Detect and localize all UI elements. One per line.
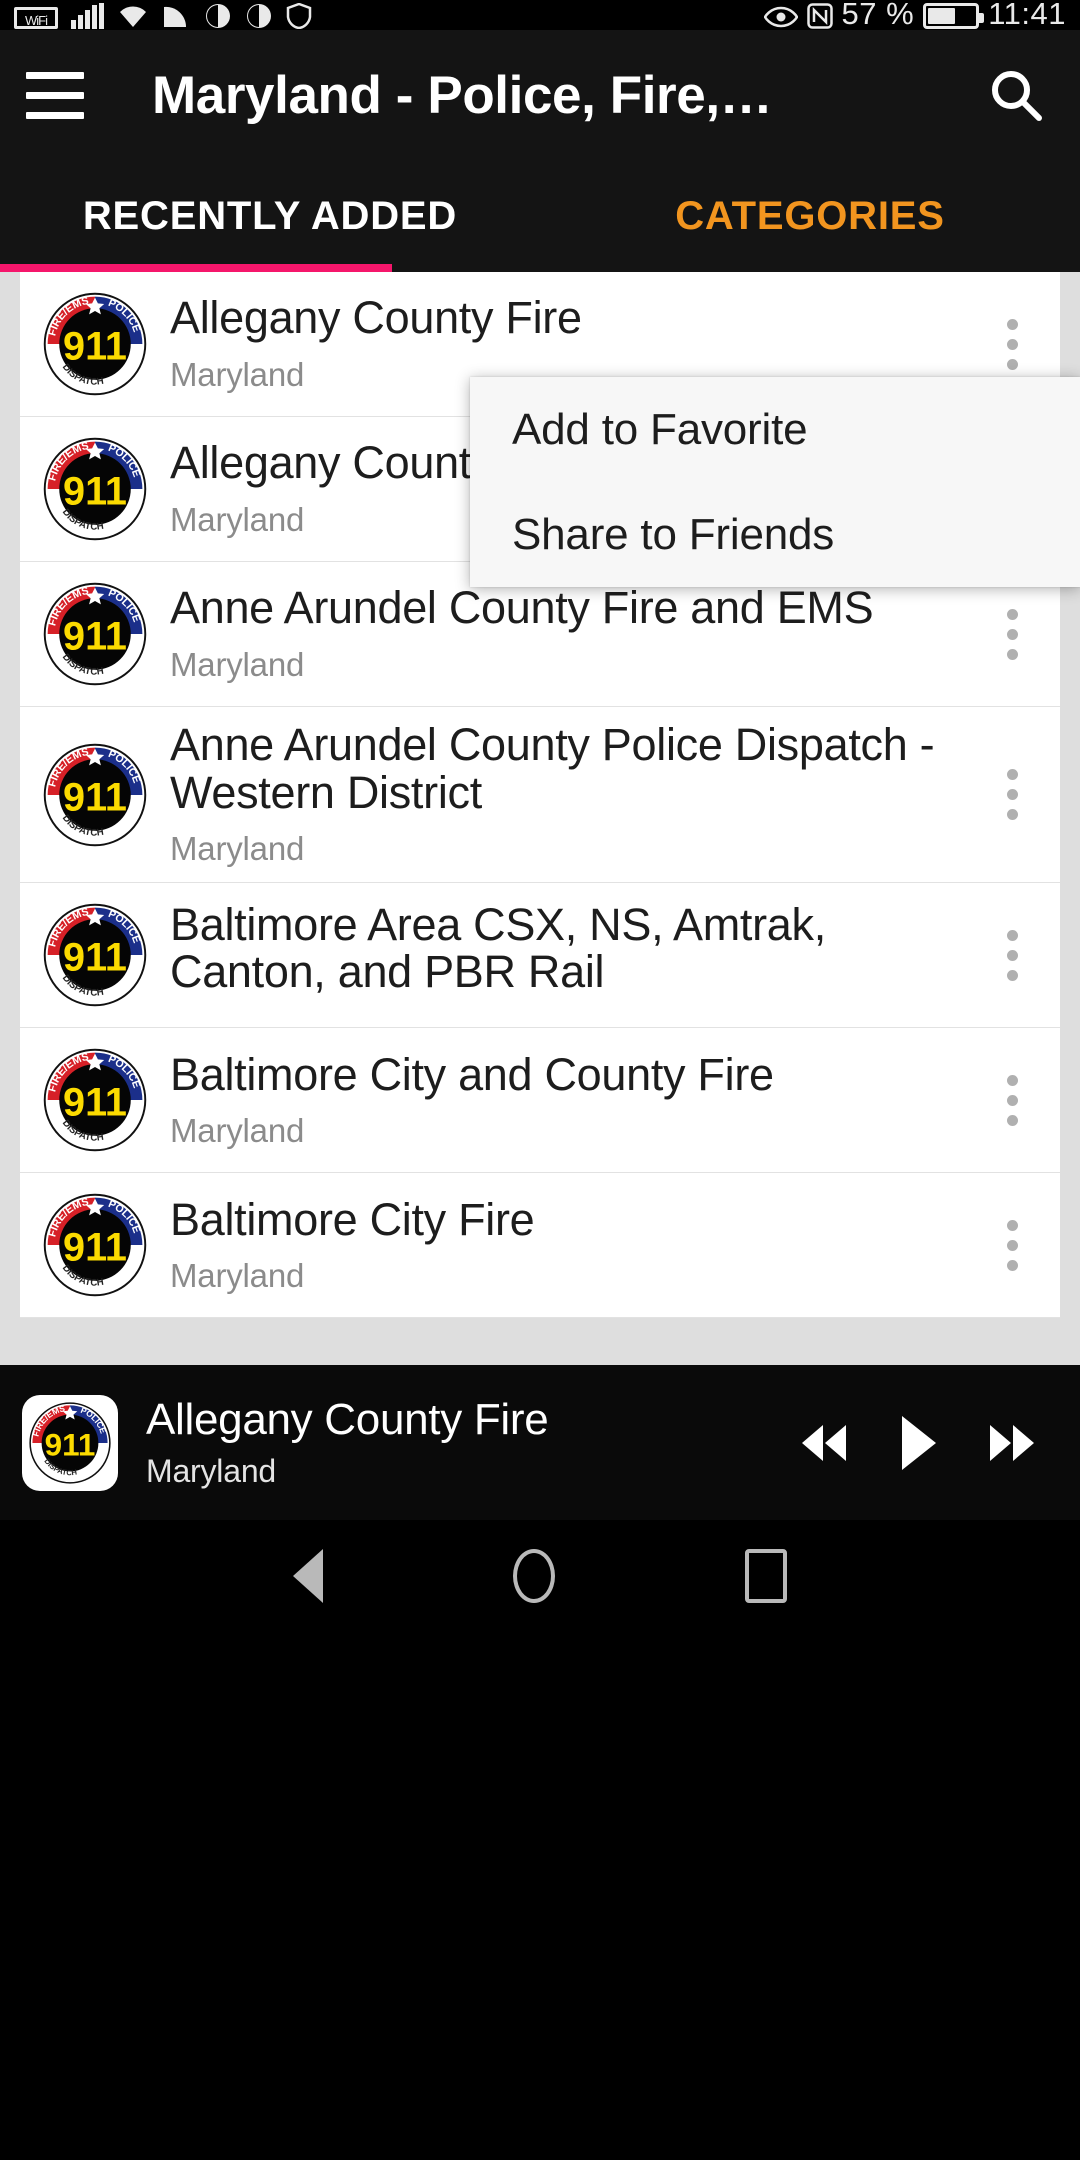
- fast-forward-icon[interactable]: [982, 1419, 1040, 1467]
- rewind-icon[interactable]: [796, 1419, 854, 1467]
- context-menu[interactable]: Add to Favorite Share to Friends: [470, 377, 1080, 587]
- cast-icon: [164, 6, 187, 28]
- list-item-title: Anne Arundel County Fire and EMS: [170, 582, 874, 634]
- tab-recently-added[interactable]: RECENTLY ADDED: [0, 160, 540, 272]
- 911-dispatch-badge-icon: FIRE/EMS POLICE DISPATCH 911: [20, 1042, 170, 1158]
- status-bar-right-icons: 57 % 11:41: [763, 0, 1066, 30]
- tab-bar: RECENTLY ADDED CATEGORIES: [0, 160, 1080, 272]
- clock-label: 11:41: [988, 0, 1066, 30]
- menu-item-share-to-friends[interactable]: Share to Friends: [470, 482, 1080, 587]
- list-item-text: Baltimore City Fire Maryland: [170, 1193, 964, 1296]
- mini-player-bar[interactable]: FIRE/EMS POLICE DISPATCH 911 Allegany Co…: [0, 1365, 1080, 1520]
- player-subtitle: Maryland: [146, 1453, 277, 1489]
- list-item[interactable]: FIRE/EMS POLICE DISPATCH 911 Baltimore C…: [20, 1028, 1060, 1174]
- eye-icon: [763, 6, 798, 28]
- back-triangle-icon[interactable]: [293, 1549, 323, 1603]
- 911-dispatch-badge-icon: FIRE/EMS POLICE DISPATCH 911: [20, 431, 170, 547]
- player-metadata: Allegany County Fire Maryland: [118, 1395, 796, 1490]
- wifi-hd-icon: WiFi: [14, 7, 58, 29]
- list-item-title: Allegany County Fire: [170, 292, 582, 344]
- 911-dispatch-badge-icon: FIRE/EMS POLICE DISPATCH 911: [20, 737, 170, 853]
- list-item-text: Baltimore Area CSX, NS, Amtrak, Canton, …: [170, 898, 964, 1010]
- status-bar: WiFi 57 % 11:41: [0, 0, 1080, 30]
- app-screen: WiFi 57 % 11:41 Maryland - Police, Fire,…: [0, 0, 1080, 2160]
- overflow-menu-icon[interactable]: [964, 1074, 1060, 1126]
- overflow-menu-icon[interactable]: [964, 1219, 1060, 1271]
- player-controls: [796, 1413, 1058, 1473]
- list-item-title: Anne Arundel County Police Dispatch - We…: [170, 719, 935, 818]
- 911-dispatch-badge-icon: FIRE/EMS POLICE DISPATCH 911: [20, 286, 170, 402]
- list-item-subtitle: Maryland: [170, 830, 305, 868]
- list-item[interactable]: FIRE/EMS POLICE DISPATCH 911 Anne Arunde…: [20, 707, 1060, 884]
- recents-square-icon[interactable]: [745, 1549, 787, 1603]
- list-item-subtitle: Maryland: [170, 1257, 305, 1295]
- 911-dispatch-badge-icon: FIRE/EMS POLICE DISPATCH 911: [22, 1394, 118, 1491]
- svg-text:911: 911: [63, 775, 127, 819]
- player-title: Allegany County Fire: [146, 1395, 549, 1444]
- list-item[interactable]: FIRE/EMS POLICE DISPATCH 911 Baltimore C…: [20, 1173, 1060, 1319]
- svg-text:911: 911: [63, 1226, 127, 1270]
- search-icon[interactable]: [952, 65, 1080, 125]
- list-item[interactable]: FIRE/EMS POLICE DISPATCH 911 Baltimore A…: [20, 883, 1060, 1029]
- battery-icon: [923, 3, 985, 29]
- overflow-menu-icon[interactable]: [964, 769, 1060, 821]
- svg-text:911: 911: [63, 324, 127, 368]
- sync-alt-icon: [247, 4, 271, 28]
- svg-text:911: 911: [63, 614, 127, 658]
- overflow-menu-icon[interactable]: [964, 929, 1060, 981]
- overflow-menu-icon[interactable]: [964, 318, 1060, 370]
- play-icon[interactable]: [896, 1413, 940, 1473]
- android-nav-bar: [0, 1520, 1080, 2160]
- svg-text:911: 911: [63, 1081, 127, 1125]
- list-item-text: Anne Arundel County Fire and EMS Marylan…: [170, 584, 964, 684]
- list-item-subtitle: Maryland: [170, 1112, 305, 1150]
- app-bar: Maryland - Police, Fire,…: [0, 30, 1080, 160]
- list-item-subtitle: Maryland: [170, 645, 305, 683]
- svg-text:911: 911: [45, 1427, 96, 1462]
- menu-item-add-to-favorite[interactable]: Add to Favorite: [470, 377, 1080, 482]
- tab-categories[interactable]: CATEGORIES: [540, 160, 1080, 272]
- hamburger-menu-icon[interactable]: [0, 71, 110, 119]
- svg-text:911: 911: [63, 469, 127, 513]
- list-item-title: Baltimore Area CSX, NS, Amtrak, Canton, …: [170, 898, 826, 998]
- 911-dispatch-badge-icon: FIRE/EMS POLICE DISPATCH 911: [20, 1187, 170, 1303]
- list-item-title: Baltimore City and County Fire: [170, 1048, 774, 1100]
- signal-bars-icon: [71, 3, 104, 29]
- tab-active-indicator: [0, 264, 392, 272]
- page-title: Maryland - Police, Fire,…: [152, 65, 773, 125]
- overflow-menu-icon[interactable]: [964, 608, 1060, 660]
- list-item-text: Baltimore City and County Fire Maryland: [170, 1048, 964, 1151]
- list-item-text: Anne Arundel County Police Dispatch - We…: [170, 721, 964, 868]
- list-item-title: Baltimore City Fire: [170, 1193, 535, 1245]
- shield-icon: [286, 3, 312, 29]
- svg-text:911: 911: [63, 936, 127, 980]
- wifi-icon: [120, 6, 146, 27]
- sync-icon: [206, 4, 230, 28]
- 911-dispatch-badge-icon: FIRE/EMS POLICE DISPATCH 911: [20, 576, 170, 692]
- nfc-icon: [806, 3, 833, 29]
- status-bar-left-icons: WiFi: [14, 0, 312, 29]
- home-circle-icon[interactable]: [513, 1549, 555, 1603]
- 911-dispatch-badge-icon: FIRE/EMS POLICE DISPATCH 911: [20, 897, 170, 1013]
- battery-percent-label: 57 %: [841, 0, 915, 30]
